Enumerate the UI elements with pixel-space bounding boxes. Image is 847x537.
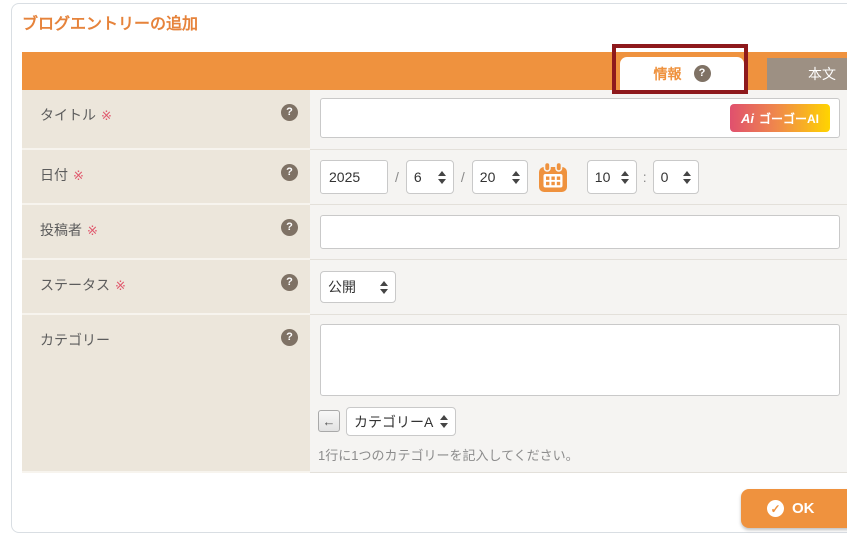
tab-body-label: 本文 (808, 64, 836, 84)
month-select[interactable]: 6 (406, 160, 454, 194)
category-select[interactable]: カテゴリーA (346, 407, 456, 436)
author-field-label: 投稿者 (40, 222, 82, 238)
author-input[interactable] (320, 215, 840, 249)
spinner-arrows-icon (621, 171, 629, 184)
category-hint: 1行に1つのカテゴリーを記入してください。 (318, 445, 579, 464)
help-icon[interactable]: ? (694, 65, 711, 82)
author-label-cell: 投稿者 ※ ? (22, 205, 310, 260)
status-select[interactable]: 公開 (320, 271, 396, 303)
help-icon[interactable]: ? (281, 164, 298, 181)
help-icon[interactable]: ? (281, 329, 298, 346)
required-mark: ※ (115, 278, 126, 293)
spinner-arrows-icon (438, 171, 446, 184)
minute-select-value: 0 (661, 169, 669, 185)
ok-button-label: OK (792, 500, 815, 517)
tab-info[interactable]: 情報 ? (620, 57, 744, 90)
tab-info-label: 情報 (654, 64, 682, 84)
status-field-label: ステータス (40, 277, 110, 293)
spinner-arrows-icon (380, 281, 388, 294)
form-row-title: タイトル ※ ? Ai ゴーゴーAI (22, 90, 847, 150)
help-icon[interactable]: ? (281, 104, 298, 121)
status-select-value: 公開 (328, 277, 356, 297)
category-textarea[interactable] (320, 324, 840, 396)
title-content-cell: Ai ゴーゴーAI (310, 90, 847, 150)
time-separator: : (643, 169, 647, 185)
day-select[interactable]: 20 (472, 160, 528, 194)
check-icon: ✓ (767, 500, 784, 517)
ok-button[interactable]: ✓ OK (741, 489, 847, 528)
author-content-cell (310, 205, 847, 260)
help-icon[interactable]: ? (281, 274, 298, 291)
calendar-icon (536, 160, 570, 194)
hour-select-value: 10 (595, 169, 611, 185)
status-content-cell: 公開 (310, 260, 847, 315)
ai-icon: Ai (741, 111, 754, 126)
required-mark: ※ (101, 108, 112, 123)
day-select-value: 20 (480, 169, 496, 185)
left-arrow-icon: ← (323, 415, 336, 428)
year-input[interactable] (320, 160, 388, 194)
spinner-arrows-icon (512, 171, 520, 184)
required-mark: ※ (87, 223, 98, 238)
blog-entry-panel: ブログエントリーの追加 情報 ? 本文 タイトル ※ ? Ai ゴーゴーAI (11, 3, 847, 533)
date-content-cell: / 6 / 20 (310, 150, 847, 205)
category-field-label: カテゴリー (40, 332, 110, 348)
form-row-author: 投稿者 ※ ? (22, 205, 847, 260)
form-row-category: カテゴリー ? ← カテゴリーA 1行に1つのカテゴリーを記入してください。 (22, 315, 847, 473)
title-label-cell: タイトル ※ ? (22, 90, 310, 150)
calendar-button[interactable] (536, 160, 570, 194)
status-label-cell: ステータス ※ ? (22, 260, 310, 315)
date-separator: / (461, 169, 465, 185)
date-controls: / 6 / 20 (320, 160, 699, 194)
help-icon[interactable]: ? (281, 219, 298, 236)
move-left-button[interactable]: ← (318, 410, 340, 432)
category-label-cell: カテゴリー ? (22, 315, 310, 473)
title-field-label: タイトル (40, 107, 96, 123)
blog-entry-form: タイトル ※ ? Ai ゴーゴーAI 日付 ※ ? / (22, 90, 847, 473)
form-row-status: ステータス ※ ? 公開 (22, 260, 847, 315)
spinner-arrows-icon (440, 415, 448, 428)
spinner-arrows-icon (683, 171, 691, 184)
ai-button-label: ゴーゴーAI (759, 110, 819, 127)
date-label-cell: 日付 ※ ? (22, 150, 310, 205)
minute-select[interactable]: 0 (653, 160, 699, 194)
date-field-label: 日付 (40, 167, 68, 183)
category-content-cell: ← カテゴリーA 1行に1つのカテゴリーを記入してください。 (310, 315, 847, 473)
ai-button[interactable]: Ai ゴーゴーAI (730, 104, 830, 132)
page-title: ブログエントリーの追加 (22, 10, 198, 34)
required-mark: ※ (73, 168, 84, 183)
month-select-value: 6 (414, 169, 422, 185)
category-select-value: カテゴリーA (354, 412, 433, 432)
date-separator: / (395, 169, 399, 185)
tab-body[interactable]: 本文 (767, 58, 847, 90)
tab-bar: 情報 ? 本文 (22, 52, 847, 90)
hour-select[interactable]: 10 (587, 160, 637, 194)
form-row-date: 日付 ※ ? / 6 / 20 (22, 150, 847, 205)
